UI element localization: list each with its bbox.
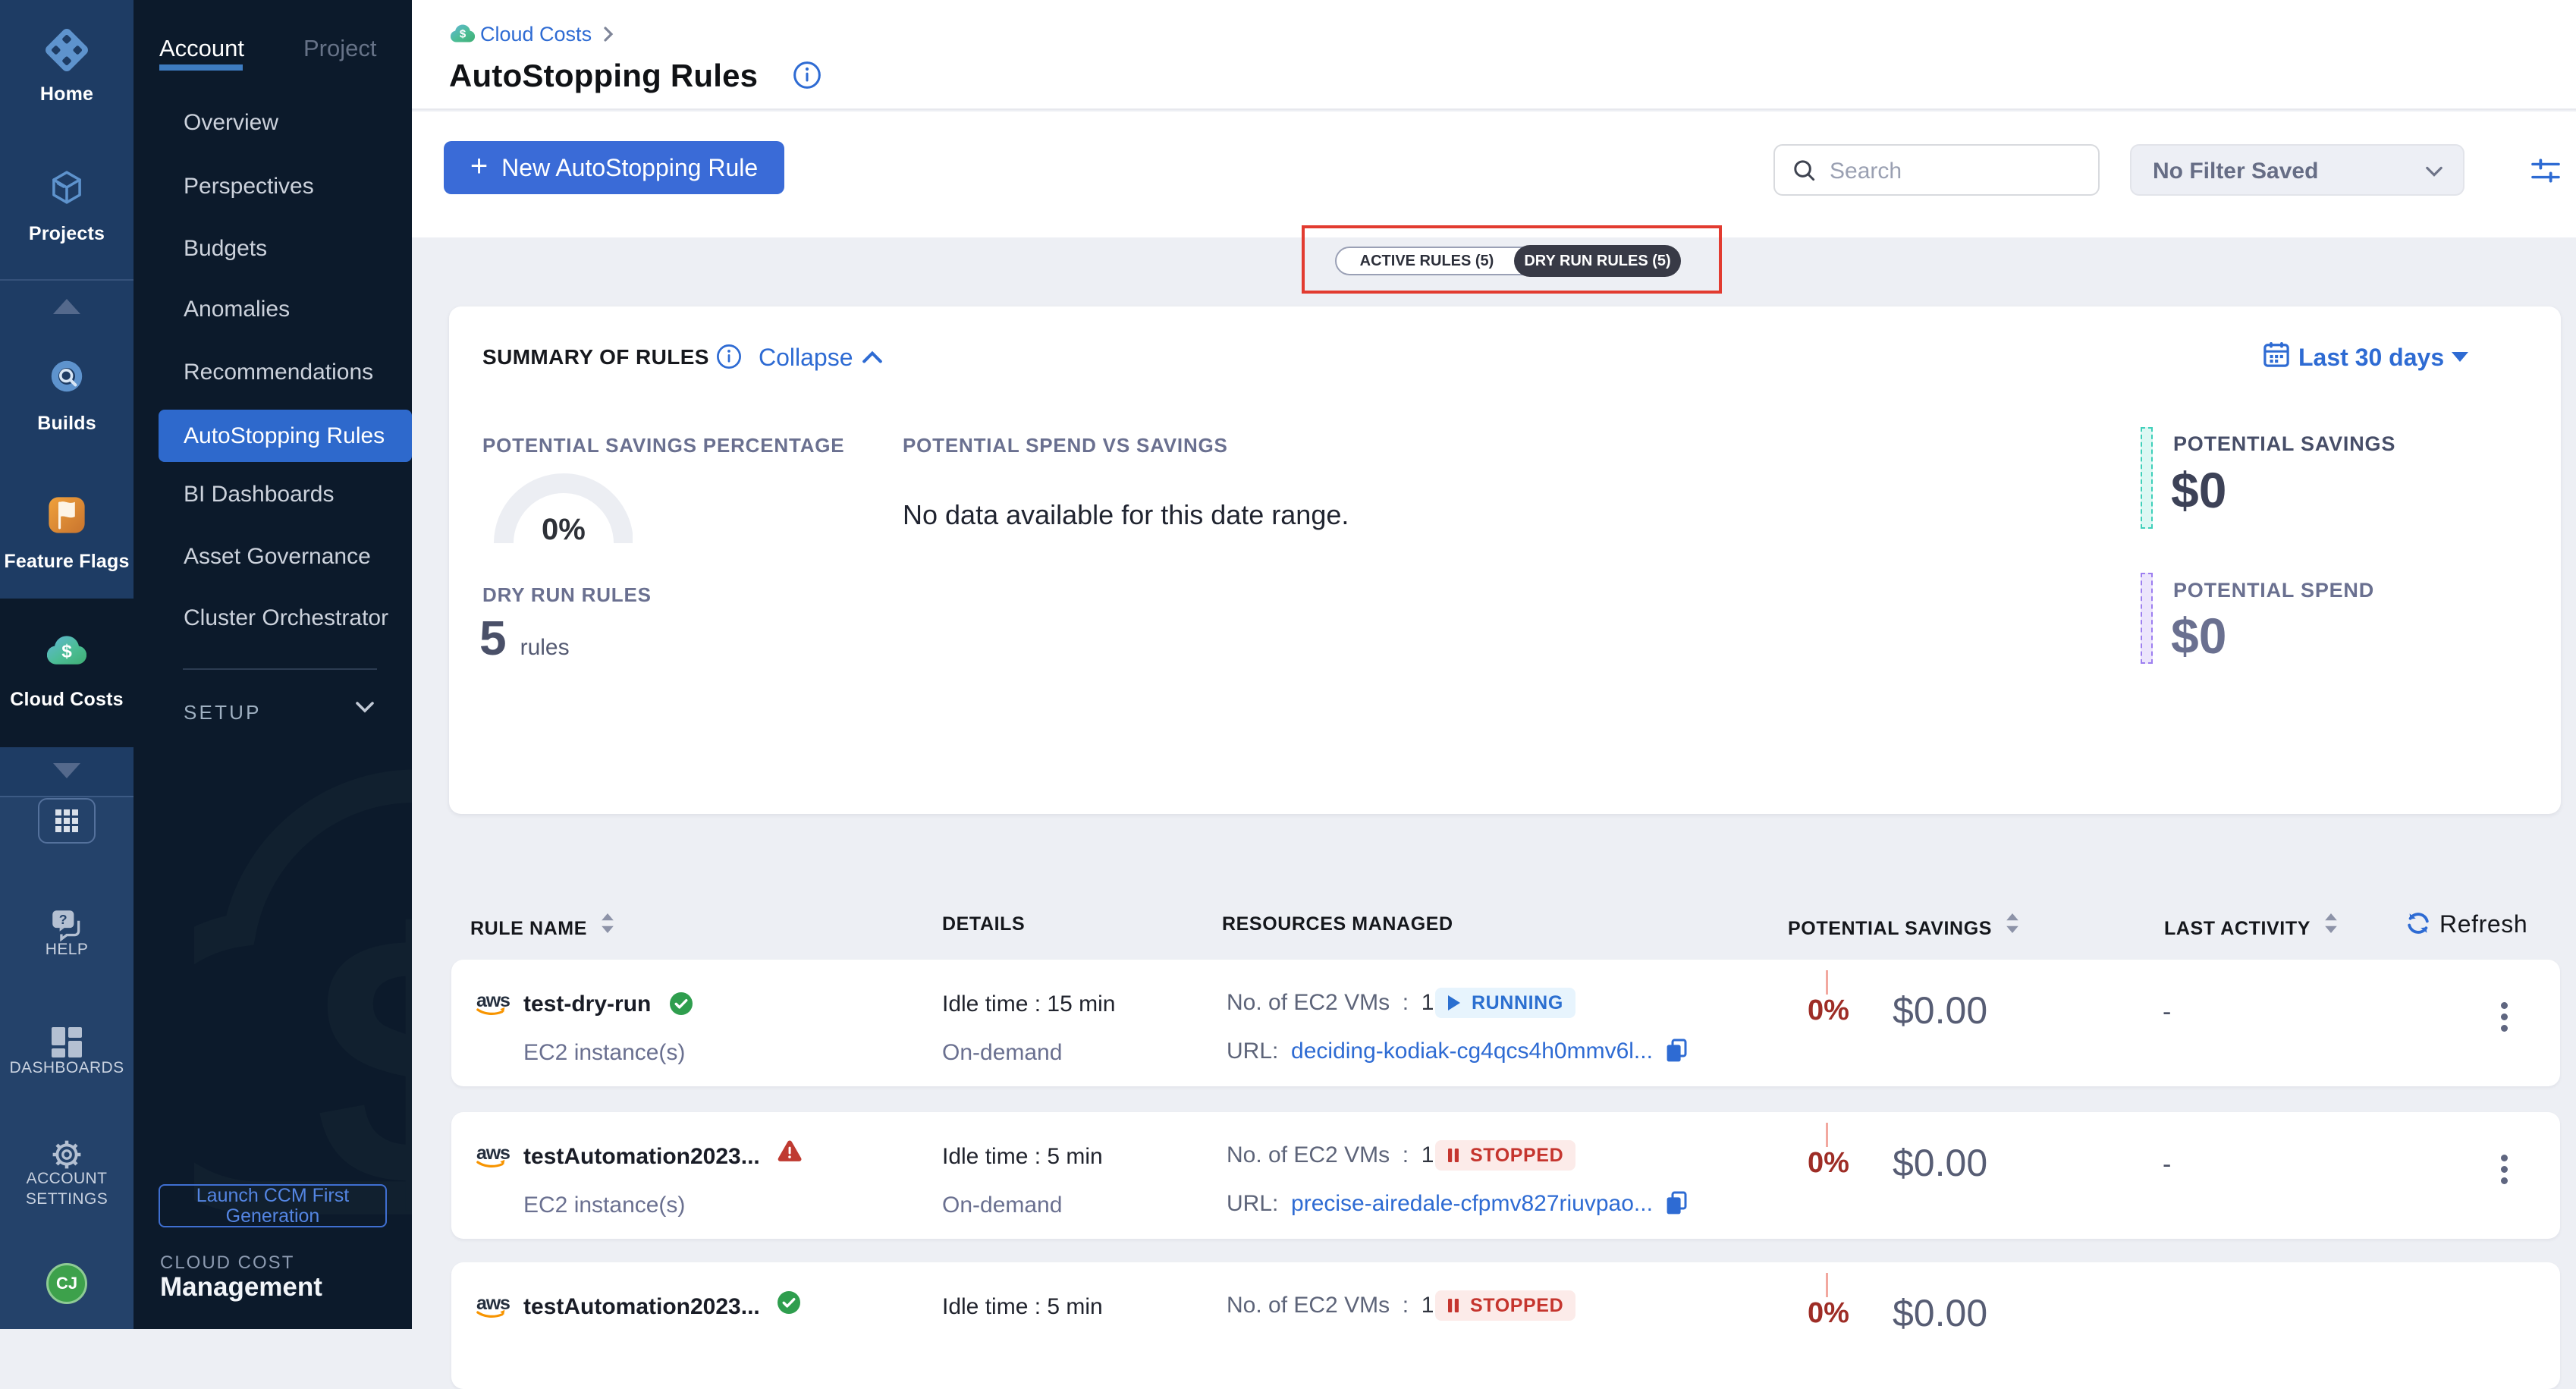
svg-text:$: $ (61, 641, 72, 662)
svg-text:$: $ (460, 28, 467, 41)
svg-text:aws: aws (476, 1293, 510, 1314)
svg-text:aws: aws (476, 1142, 510, 1164)
svg-text:aws: aws (476, 990, 510, 1011)
svg-text:?: ? (59, 912, 68, 927)
